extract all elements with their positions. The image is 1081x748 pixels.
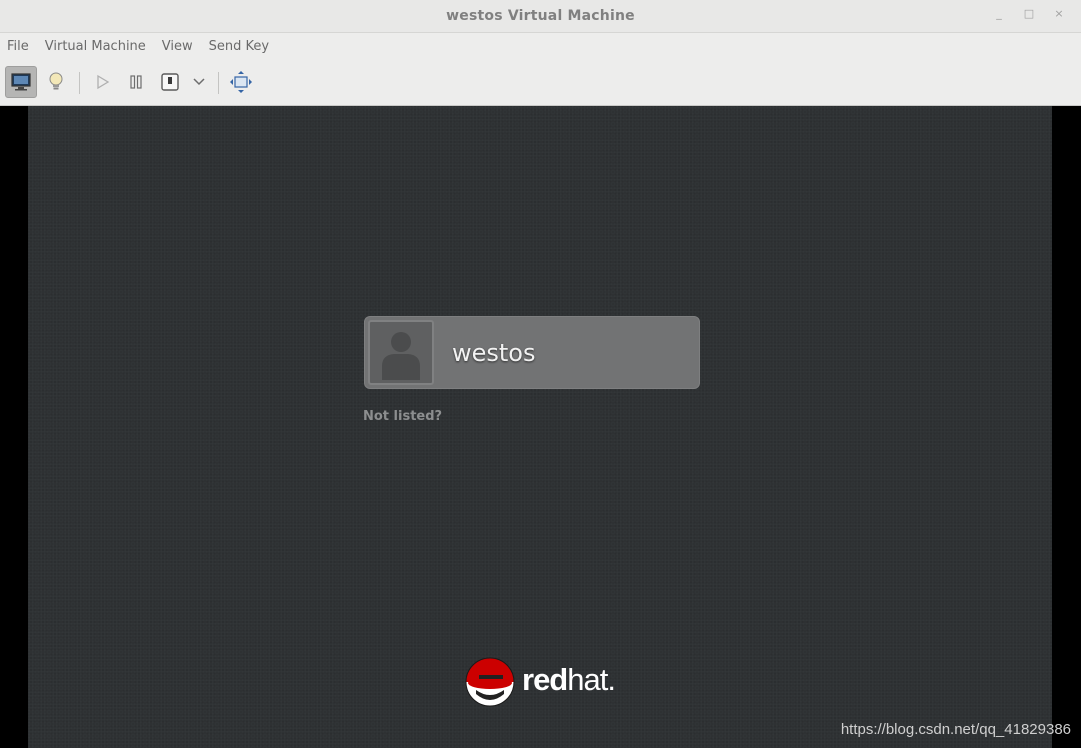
monitor-icon <box>11 73 31 91</box>
menu-virtual-machine[interactable]: Virtual Machine <box>37 33 154 60</box>
user-avatar-icon <box>382 332 420 380</box>
not-listed-link[interactable]: Not listed? <box>363 409 442 424</box>
window-controls: _ □ × <box>991 7 1067 20</box>
play-icon <box>97 74 110 90</box>
menu-file[interactable]: File <box>0 33 37 60</box>
fullscreen-icon <box>230 71 252 93</box>
wordmark-dot: . <box>607 662 616 697</box>
redhat-wordmark: redhat. <box>522 662 616 698</box>
maximize-button[interactable]: □ <box>1021 7 1037 20</box>
pause-button[interactable] <box>120 66 152 98</box>
window-titlebar: westos Virtual Machine _ □ × <box>0 0 1081 33</box>
user-name-label: westos <box>452 339 536 367</box>
run-button[interactable] <box>86 66 118 98</box>
user-list-item[interactable]: westos <box>364 316 700 389</box>
redhat-shadowman-icon <box>465 657 515 707</box>
toolbar <box>0 60 1081 106</box>
toolbar-separator <box>79 72 80 94</box>
lightbulb-icon <box>49 72 63 90</box>
menu-view[interactable]: View <box>154 33 201 60</box>
details-view-button[interactable] <box>40 66 72 98</box>
guest-login-screen[interactable]: westos Not listed? redhat. <box>28 106 1052 748</box>
menu-send-key[interactable]: Send Key <box>201 33 277 60</box>
avatar <box>368 320 434 385</box>
shutdown-menu-button[interactable] <box>184 66 214 98</box>
wordmark-hat: hat <box>567 662 608 697</box>
window-title: westos Virtual Machine <box>446 8 635 24</box>
redhat-logo: redhat. <box>464 656 624 708</box>
power-icon <box>161 73 179 91</box>
watermark-url: https://blog.csdn.net/qq_41829386 <box>840 721 1071 738</box>
pause-icon <box>130 75 142 89</box>
chevron-down-icon <box>193 78 205 86</box>
console-view-button[interactable] <box>5 66 37 98</box>
fullscreen-button[interactable] <box>225 66 257 98</box>
vm-display-area[interactable]: westos Not listed? redhat. https://blog.… <box>0 106 1081 748</box>
close-button[interactable]: × <box>1051 7 1067 20</box>
shutdown-button[interactable] <box>154 66 186 98</box>
menubar: File Virtual Machine View Send Key <box>0 33 1081 60</box>
wordmark-red: red <box>522 662 568 697</box>
minimize-button[interactable]: _ <box>991 7 1007 20</box>
toolbar-separator <box>218 72 219 94</box>
